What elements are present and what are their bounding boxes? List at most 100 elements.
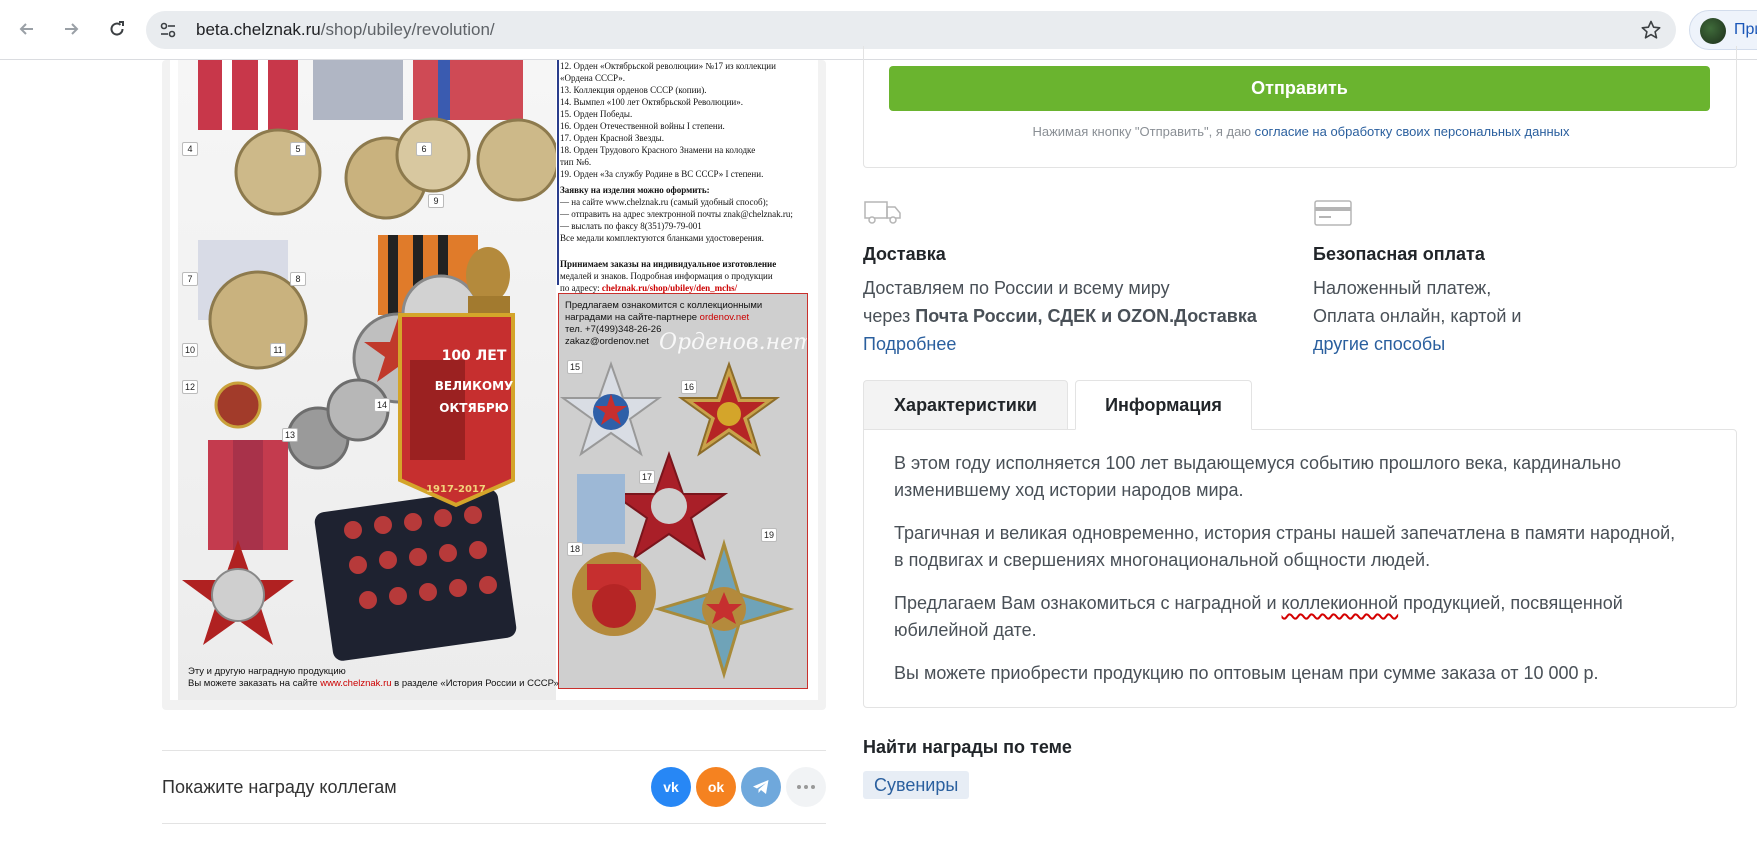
arrow-left-icon [19, 23, 33, 35]
url-path: /shop/ubiley/revolution/ [320, 20, 495, 39]
info-text: продукцией, посвященной [1398, 593, 1623, 613]
credit-card-icon [1314, 200, 1352, 226]
payment-block: Безопасная оплата Наложенный платеж, Опл… [1313, 196, 1733, 354]
custom-line: медалей и знаков. Подробная информация о… [560, 271, 773, 281]
delivery-title: Доставка [863, 244, 946, 264]
topic-tag[interactable]: Сувениры [863, 771, 970, 799]
vk-icon: vk [663, 779, 679, 795]
more-icon [797, 785, 815, 789]
poster-list-line: «Ордена СССР». [560, 73, 626, 83]
poster-list-line: 14. Вымпел «100 лет Октябрьской Революци… [560, 97, 743, 107]
product-image-frame: 100 ЛЕТ ВЕЛИКОМУ ОКТЯБРЮ 1917-2017 4 5 6… [162, 60, 826, 710]
spellcheck-word[interactable]: коллекионной [1282, 593, 1399, 613]
profile-button[interactable]: При [1689, 10, 1757, 50]
medal-number: 15 [567, 360, 583, 374]
consent-link[interactable]: согласие на обработку своих персональных… [1255, 124, 1570, 139]
info-paragraph: Трагичная и великая одновременно, истори… [894, 520, 1714, 574]
medal-number: 10 [182, 343, 198, 357]
svg-text:ОКТЯБРЮ: ОКТЯБРЮ [439, 401, 508, 415]
delivery-text: Доставляем по России и всему миру через … [863, 274, 1257, 358]
topics-title: Найти награды по теме [863, 737, 1072, 757]
partner-line: Предлагаем ознакомится с коллекционными [565, 300, 763, 311]
poster-list-line: 13. Коллекция орденов СССР (копии). [560, 85, 707, 95]
poster-list-line: 15. Орден Победы. [560, 109, 633, 119]
medal-number: 19 [761, 528, 777, 542]
medal-number: 16 [681, 380, 697, 394]
custom-link: chelznak.ru/shop/ubiley/den_mchs/ [601, 283, 738, 293]
partner-box: Предлагаем ознакомится с коллекционными … [558, 293, 808, 689]
share-ok-button[interactable]: ok [696, 767, 736, 807]
delivery-line: через [863, 306, 916, 326]
order-form: Отправить Нажимая кнопку "Отправить", я … [863, 46, 1737, 168]
poster-list-line: 12. Орден «Октябрьской революции» №17 из… [560, 61, 776, 71]
order-line: — на сайте www.chelznak.ru (самый удобны… [560, 197, 769, 207]
order-line: — отправить на адрес электронной почты z… [560, 209, 793, 219]
payment-line: Наложенный платеж, [1313, 278, 1492, 298]
poster-caption: Эту и другую наградную продукцию Вы може… [188, 666, 559, 690]
medals-collage: 100 ЛЕТ ВЕЛИКОМУ ОКТЯБРЮ 1917-2017 4 5 6… [178, 60, 556, 700]
delivery-more-link[interactable]: Подробнее [863, 330, 1257, 358]
svg-text:1917-2017: 1917-2017 [426, 484, 486, 495]
info-text: Предлагаем Вам ознакомиться с наградной … [894, 593, 1282, 613]
poster-text-block: 12. Орден «Октябрьской революции» №17 из… [560, 60, 810, 293]
profile-label: При [1734, 21, 1757, 38]
watermark: Орденов.нет [659, 330, 808, 355]
payment-line: Оплата онлайн, картой и [1313, 306, 1522, 326]
submit-button[interactable]: Отправить [889, 66, 1710, 111]
info-line: Трагичная и великая одновременно, истори… [894, 523, 1676, 543]
poster-list-line: 17. Орден Красной Звезды. [560, 133, 664, 143]
payment-title: Безопасная оплата [1313, 244, 1485, 264]
tab-characteristics[interactable]: Характеристики [863, 380, 1068, 430]
address-bar[interactable]: beta.chelznak.ru/shop/ubiley/revolution/ [146, 11, 1676, 49]
caption-line: в разделе «История России и СССР» [391, 678, 559, 689]
poster-list-line: 19. Орден «За службу Родине в ВС СССР» I… [560, 169, 764, 179]
information-panel: В этом году исполняется 100 лет выдающем… [863, 429, 1737, 708]
ok-icon: ok [707, 779, 725, 795]
share-telegram-button[interactable] [741, 767, 781, 807]
truck-icon [864, 201, 901, 224]
reload-icon [110, 21, 124, 36]
medal-number: 17 [639, 470, 655, 484]
caption-line: Эту и другую наградную продукцию [188, 666, 346, 677]
delivery-carriers: Почта России, СДЕК и OZON.Доставка [915, 306, 1257, 326]
caption-link: www.chelznak.ru [320, 678, 392, 689]
back-button[interactable] [12, 14, 42, 44]
medal-number: 7 [182, 272, 198, 286]
tab-information[interactable]: Информация [1075, 380, 1252, 430]
product-poster-image[interactable]: 100 ЛЕТ ВЕЛИКОМУ ОКТЯБРЮ 1917-2017 4 5 6… [170, 60, 818, 700]
consent-text: Нажимая кнопку "Отправить", я даю соглас… [864, 124, 1738, 139]
poster-list-line: 16. Орден Отечественной войны I степени. [560, 121, 725, 131]
reload-button[interactable] [102, 14, 132, 44]
consent-prefix: Нажимая кнопку "Отправить", я даю [1032, 124, 1255, 139]
telegram-icon [753, 780, 769, 794]
share-vk-button[interactable]: vk [651, 767, 691, 807]
arrow-right-icon [65, 23, 79, 35]
bookmark-star-icon[interactable] [1640, 19, 1662, 41]
payment-text: Наложенный платеж, Оплата онлайн, картой… [1313, 274, 1521, 358]
info-paragraph: Вы можете приобрести продукцию по оптовы… [894, 663, 1599, 683]
custom-line: по адресу: [560, 283, 600, 293]
info-line: изменившему ход истории народов мира. [894, 480, 1244, 500]
info-paragraph: В этом году исполняется 100 лет выдающем… [894, 450, 1714, 504]
partner-line: наградами на сайте-партнере [565, 312, 700, 323]
medal-number: 5 [290, 142, 306, 156]
payment-more-link[interactable]: другие способы [1313, 330, 1521, 358]
delivery-block: Доставка Доставляем по России и всему ми… [863, 196, 1283, 354]
medal-number: 18 [567, 542, 583, 556]
share-label: Покажите награду коллегам [162, 777, 397, 797]
forward-button[interactable] [56, 14, 86, 44]
info-line: юбилейной дате. [894, 620, 1037, 640]
medal-number: 11 [270, 343, 286, 357]
info-paragraph: Предлагаем Вам ознакомиться с наградной … [894, 590, 1714, 644]
site-info-icon[interactable] [158, 20, 178, 40]
partner-link: ordenov.net [699, 312, 750, 323]
svg-text:ВЕЛИКОМУ: ВЕЛИКОМУ [435, 379, 514, 393]
url-text[interactable]: beta.chelznak.ru/shop/ubiley/revolution/ [196, 20, 495, 40]
caption-line: Вы можете заказать на сайте [188, 678, 321, 689]
delivery-line: Доставляем по России и всему миру [863, 278, 1170, 298]
url-host: beta.chelznak.ru [196, 20, 321, 39]
avatar [1700, 18, 1726, 44]
share-more-button[interactable] [786, 767, 826, 807]
divider-line [557, 60, 559, 285]
order-line: Все медали комплектуются бланками удосто… [560, 233, 764, 243]
